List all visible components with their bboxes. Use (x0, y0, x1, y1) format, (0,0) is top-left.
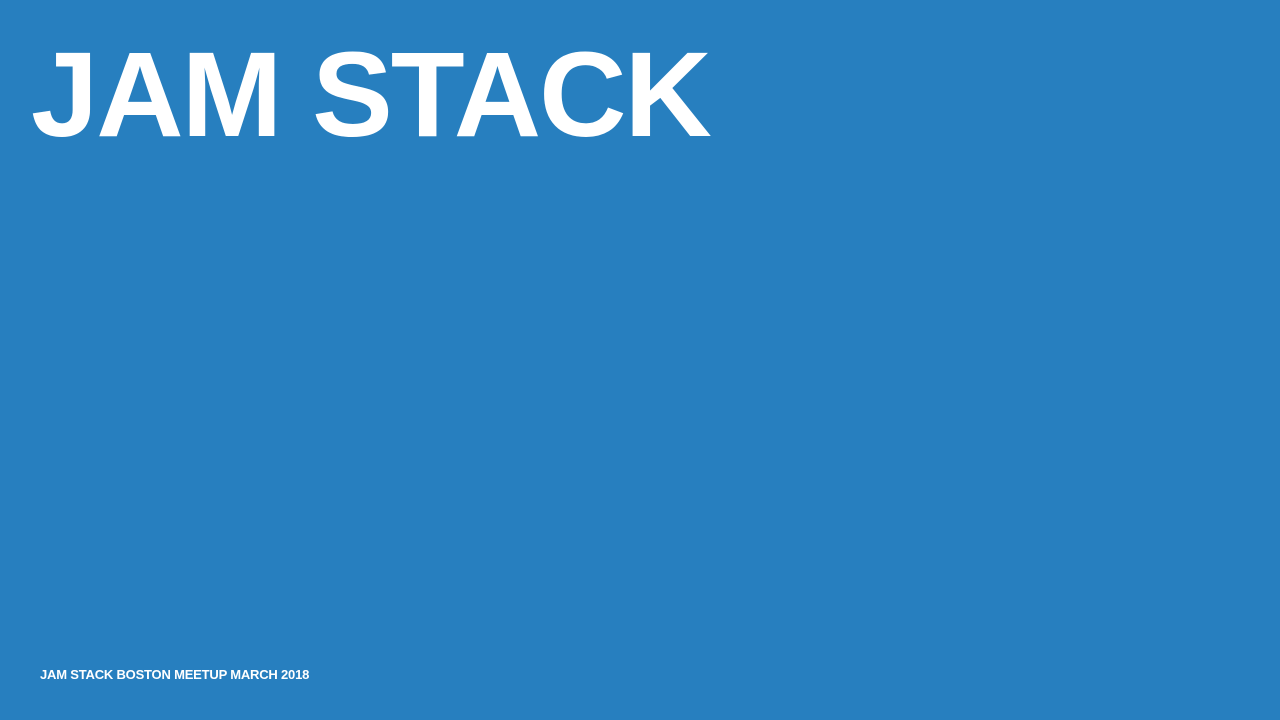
presentation-slide: JAM STACK JAM STACK BOSTON MEETUP MARCH … (0, 0, 1280, 720)
slide-title: JAM STACK (31, 26, 712, 162)
slide-footer: JAM STACK BOSTON MEETUP MARCH 2018 (40, 667, 310, 682)
